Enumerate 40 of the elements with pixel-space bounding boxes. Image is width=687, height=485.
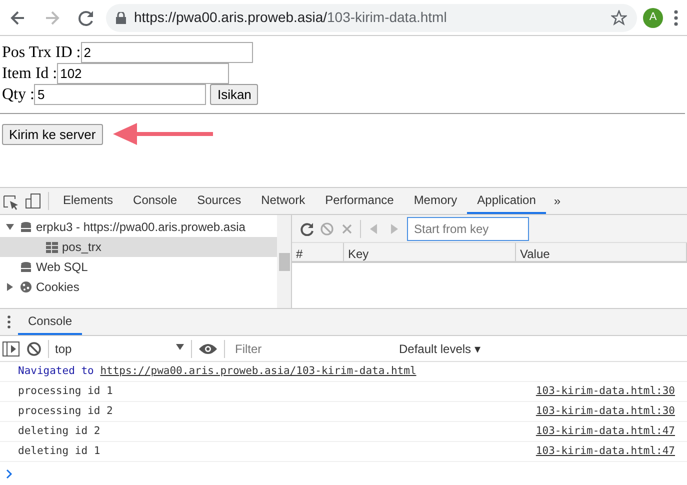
devtools-tab[interactable]: Memory: [404, 188, 468, 214]
profile-avatar[interactable]: A: [643, 8, 663, 28]
tree-item-label: erpku3 - https://pwa00.aris.proweb.asia: [36, 219, 246, 236]
tree-item-label: Cookies: [36, 279, 80, 296]
tree-item-label: Web SQL: [36, 259, 88, 276]
selected-row[interactable]: pos_trx: [0, 237, 277, 257]
tree-item-label: pos_trx: [62, 239, 102, 256]
url-link[interactable]: https://pwa00.aris.proweb.asia/103-kirim-data.html: [100, 365, 416, 377]
input-field[interactable]: 5: [34, 84, 206, 105]
context-selector[interactable]: top: [55, 340, 185, 358]
field-label: Item Id :: [2, 64, 58, 84]
devtools-tab[interactable]: Network: [251, 188, 316, 214]
log-message: processing id 2: [18, 404, 113, 419]
key-search-field[interactable]: Start from key: [407, 216, 529, 240]
field-label: Qty :: [2, 84, 34, 104]
navigation-message: Navigated to: [18, 365, 94, 377]
url-text: https://pwa00.aris.proweb.asia/103-kirim-data.html: [134, 8, 447, 27]
devtools-tab[interactable]: Sources: [187, 188, 252, 214]
column-header: Value: [516, 243, 687, 261]
field-label: Pos Trx ID :: [2, 42, 81, 62]
log-message: deleting id 2: [18, 424, 100, 439]
source-link[interactable]: 103-kirim-data.html:30: [536, 384, 675, 399]
source-link[interactable]: 103-kirim-data.html:47: [536, 424, 675, 439]
input-field[interactable]: 2: [80, 42, 253, 63]
source-link[interactable]: 103-kirim-data.html:30: [536, 404, 675, 419]
levels-dropdown[interactable]: Default levels ▾: [399, 340, 480, 358]
column-header: #: [292, 243, 344, 261]
context-label: top: [55, 340, 72, 358]
devtools-tab[interactable]: Console: [123, 188, 188, 214]
source-link[interactable]: 103-kirim-data.html:47: [536, 444, 675, 459]
log-message: deleting id 1: [18, 444, 100, 459]
send-button[interactable]: Kirim ke server: [2, 124, 103, 144]
more-tabs-button[interactable]: »: [554, 192, 561, 210]
address-bar[interactable]: https://pwa00.aris.proweb.asia/103-kirim-data.html: [106, 4, 637, 32]
devtools-tab[interactable]: Performance: [315, 188, 404, 214]
fill-button[interactable]: Isikan: [210, 84, 258, 105]
log-message: processing id 1: [18, 384, 113, 399]
input-field[interactable]: 102: [57, 63, 230, 84]
column-header: Key: [344, 243, 516, 261]
devtools-tab[interactable]: Elements: [53, 188, 124, 214]
